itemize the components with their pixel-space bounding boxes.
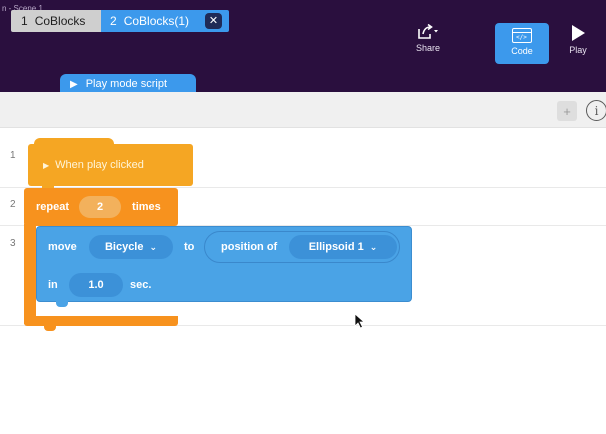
code-label: Code xyxy=(511,46,533,56)
block-notch xyxy=(56,301,68,307)
move-label: move xyxy=(48,241,77,253)
chevron-down-icon: ⌄ xyxy=(369,241,378,252)
block-notch xyxy=(44,325,56,331)
play-button[interactable]: Play xyxy=(565,24,591,64)
repeat-label: repeat xyxy=(36,201,70,213)
tab-coblocks-1[interactable]: 2 CoBlocks(1) ✕ xyxy=(101,10,229,32)
mouse-cursor-icon xyxy=(354,313,366,329)
sec-label: sec. xyxy=(130,279,152,291)
tab-number: 1 xyxy=(21,14,28,28)
script-tab-label: Play mode script xyxy=(85,78,168,90)
script-tab-strip xyxy=(0,92,606,128)
move-block[interactable]: move Bicycle ⌄ to position of Ellipsoid 1… xyxy=(36,226,412,302)
code-button[interactable]: </> Code xyxy=(495,23,549,64)
target-dropdown[interactable]: Ellipsoid 1 ⌄ xyxy=(289,235,397,259)
info-icon[interactable]: i xyxy=(586,100,606,121)
share-button[interactable]: Share xyxy=(412,24,444,64)
object-dropdown[interactable]: Bicycle ⌄ xyxy=(89,235,173,259)
add-tab-button[interactable]: + xyxy=(557,101,577,121)
line-number: 3 xyxy=(10,238,16,249)
in-label: in xyxy=(48,279,58,291)
duration-input[interactable]: 1.0 xyxy=(69,273,123,297)
code-icon: </> xyxy=(512,28,532,43)
tab-label: CoBlocks xyxy=(34,14,86,28)
when-play-clicked-block[interactable]: ▶ When play clicked xyxy=(28,144,193,186)
line-number: 1 xyxy=(10,150,16,161)
share-label: Share xyxy=(415,43,441,53)
line-number: 2 xyxy=(10,199,16,210)
hat-block-label: When play clicked xyxy=(55,159,144,171)
play-icon xyxy=(572,25,585,41)
repeat-block[interactable]: repeat 2 times xyxy=(24,188,178,226)
tab-coblocks[interactable]: 1 CoBlocks xyxy=(11,10,101,32)
repeat-block-arm xyxy=(24,224,36,324)
play-triangle-icon: ▶ xyxy=(70,78,78,90)
to-label: to xyxy=(184,241,195,253)
play-label: Play xyxy=(569,45,587,55)
tab-number: 2 xyxy=(110,14,117,28)
chevron-down-icon: ⌄ xyxy=(149,241,158,252)
position-of-label: position of xyxy=(221,241,278,253)
repeat-count-input[interactable]: 2 xyxy=(79,196,122,218)
coblocks-editor: n - Scene 1 Share </> Code Play ▶ Play m… xyxy=(0,0,606,434)
close-icon[interactable]: ✕ xyxy=(205,13,222,29)
share-icon xyxy=(418,24,438,39)
play-triangle-icon: ▶ xyxy=(43,160,50,170)
times-label: times xyxy=(132,201,161,213)
play-mode-script-tab[interactable]: ▶ Play mode script xyxy=(60,74,196,94)
tab-label: CoBlocks(1) xyxy=(123,14,190,28)
